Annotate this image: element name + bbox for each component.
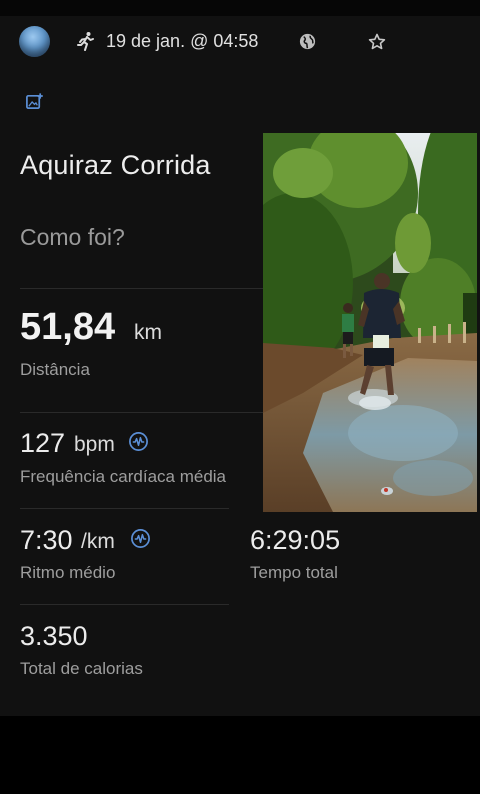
- activity-photo[interactable]: [263, 133, 477, 512]
- star-outline-icon[interactable]: [367, 32, 387, 52]
- activity-header: 19 de jan. @ 04:58: [0, 16, 480, 68]
- divider: [20, 288, 263, 289]
- total-time-value: 6:29:05: [250, 525, 341, 555]
- activity-screen: 19 de jan. @ 04:58 Aquiraz Corrida Como …: [0, 0, 480, 794]
- calories-value: 3.350: [20, 621, 88, 651]
- heart-rate-value: 127: [20, 428, 66, 458]
- activity-title[interactable]: Aquiraz Corrida: [20, 150, 211, 181]
- globe-icon[interactable]: [298, 32, 317, 51]
- total-time-label: Tempo total: [250, 563, 338, 582]
- distance-unit: km: [134, 321, 162, 344]
- heart-rate-zone-icon[interactable]: [128, 431, 149, 452]
- pace-value: 7:30: [20, 525, 73, 555]
- calories-label: Total de calorias: [20, 659, 143, 678]
- heart-rate-label: Frequência cardíaca média: [20, 467, 227, 486]
- running-icon: [76, 31, 96, 51]
- activity-date: 19 de jan. @ 04:58: [106, 31, 259, 51]
- status-bar: [0, 0, 480, 16]
- divider: [20, 604, 229, 605]
- pace-label: Ritmo médio: [20, 563, 116, 582]
- add-photo-icon[interactable]: [25, 92, 44, 111]
- divider: [20, 508, 229, 509]
- profile-avatar[interactable]: [19, 26, 50, 57]
- heart-rate-unit: bpm: [74, 433, 115, 456]
- pace-unit: /km: [81, 530, 115, 553]
- description-prompt[interactable]: Como foi?: [20, 224, 125, 251]
- distance-value: 51,84: [20, 306, 116, 348]
- divider: [20, 412, 263, 413]
- distance-label: Distância: [20, 360, 90, 379]
- pace-zone-icon[interactable]: [130, 528, 151, 549]
